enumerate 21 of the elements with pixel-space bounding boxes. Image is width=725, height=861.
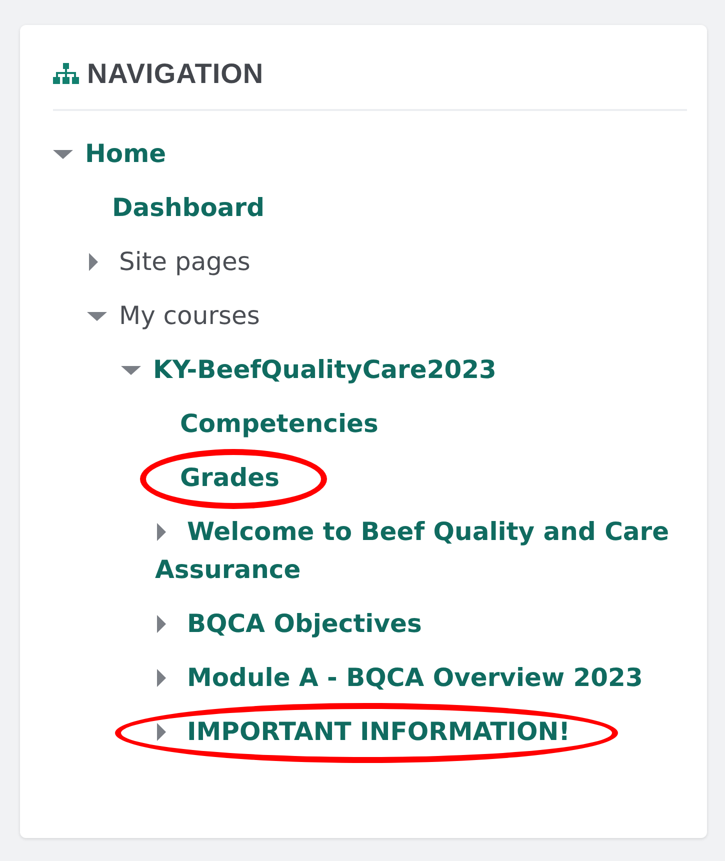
caret-icon[interactable] (89, 253, 98, 271)
caret-icon[interactable] (87, 312, 107, 321)
caret-icon[interactable] (157, 523, 166, 541)
nav-link-item[interactable]: Competencies (180, 405, 378, 443)
nav-link-item[interactable]: IMPORTANT INFORMATION! (155, 713, 570, 751)
caret-icon[interactable] (53, 150, 73, 159)
nav-link-item[interactable]: KY-BeefQualityCare2023 (121, 351, 496, 389)
nav-link-item[interactable]: Welcome to Beef Quality and Care Assurance (155, 513, 687, 589)
caret-icon[interactable] (157, 615, 166, 633)
caret-icon[interactable] (121, 366, 141, 375)
caret-icon[interactable] (157, 669, 166, 687)
nav-item-label[interactable]: My courses (87, 297, 260, 335)
sitemap-icon (53, 63, 79, 85)
panel-title: NAVIGATION (87, 57, 264, 91)
nav-item-label[interactable]: Site pages (87, 243, 250, 281)
nav-link-item[interactable]: Module A - BQCA Overview 2023 (155, 659, 643, 697)
nav-link-item[interactable]: BQCA Objectives (155, 605, 422, 643)
nav-link-item[interactable]: Grades (180, 459, 280, 497)
caret-icon[interactable] (157, 723, 166, 741)
nav-link-item[interactable]: Dashboard (112, 189, 264, 227)
nav-link-item[interactable]: Home (53, 135, 166, 173)
